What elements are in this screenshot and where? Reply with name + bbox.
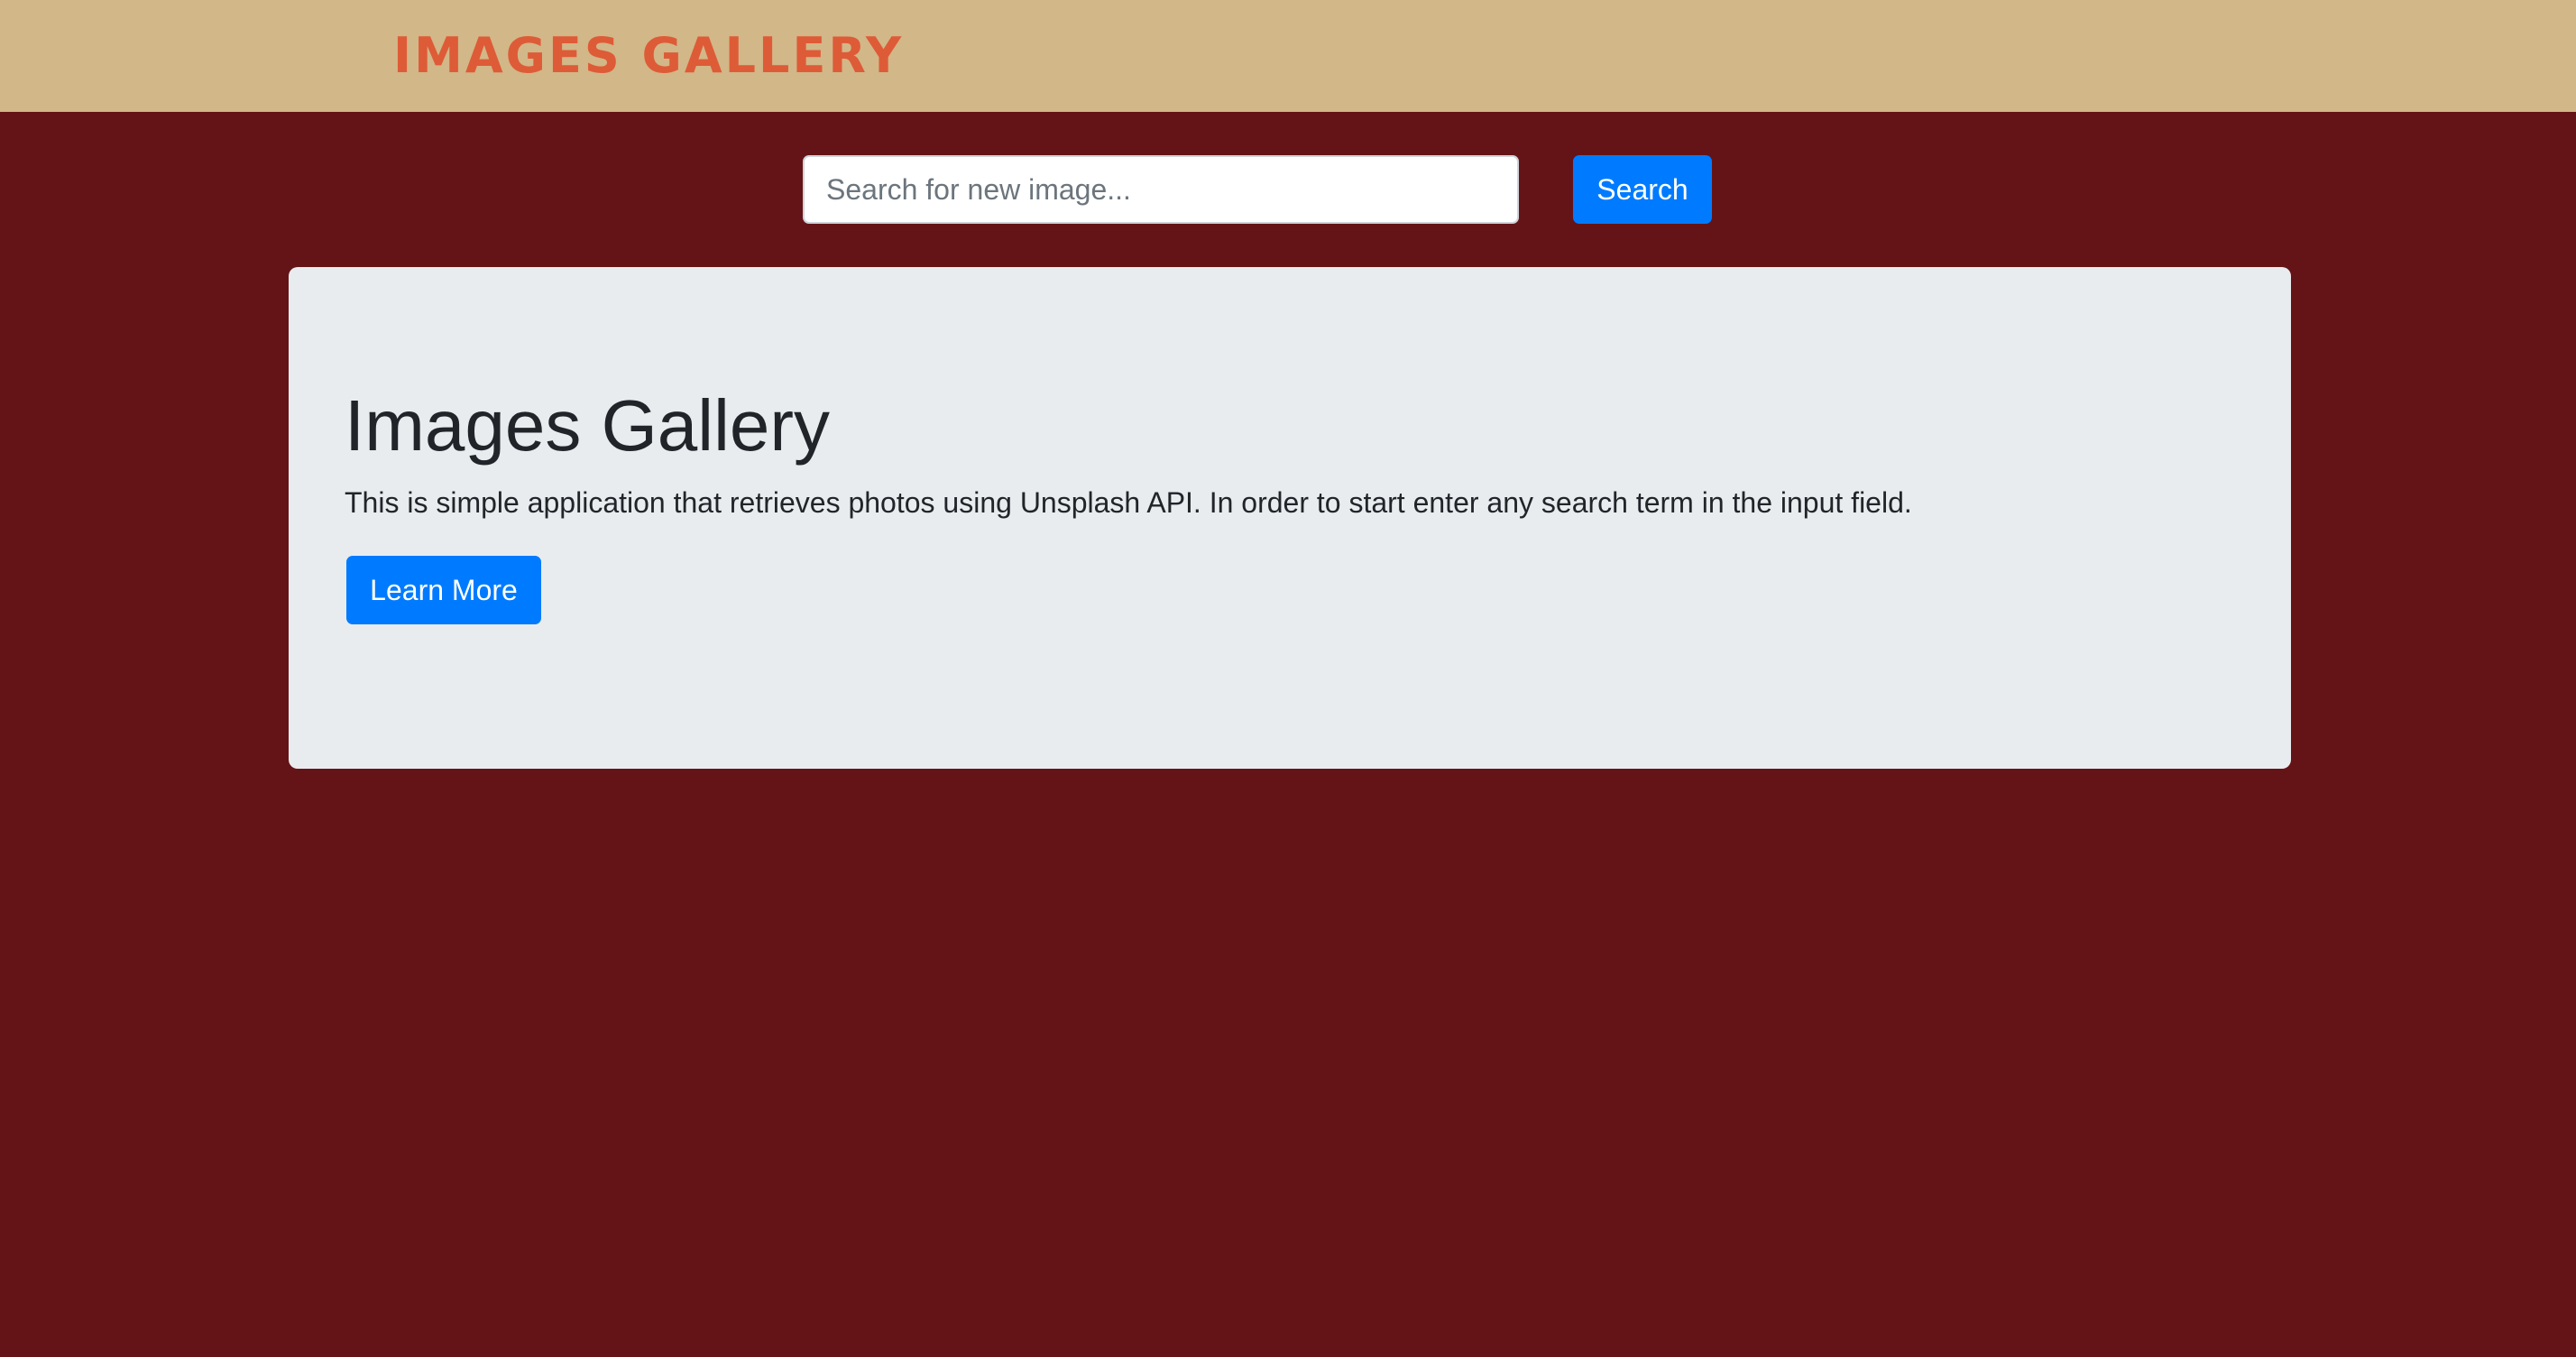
search-button[interactable]: Search <box>1573 155 1712 224</box>
navbar: IMAGES GALLERY <box>0 0 2576 112</box>
welcome-jumbotron: Images Gallery This is simple applicatio… <box>289 267 2291 769</box>
brand-logo[interactable]: IMAGES GALLERY <box>393 20 904 92</box>
search-input[interactable] <box>803 155 1519 224</box>
welcome-title: Images Gallery <box>345 385 830 466</box>
learn-more-button[interactable]: Learn More <box>346 556 541 624</box>
welcome-description: This is simple application that retrieve… <box>345 486 1912 519</box>
